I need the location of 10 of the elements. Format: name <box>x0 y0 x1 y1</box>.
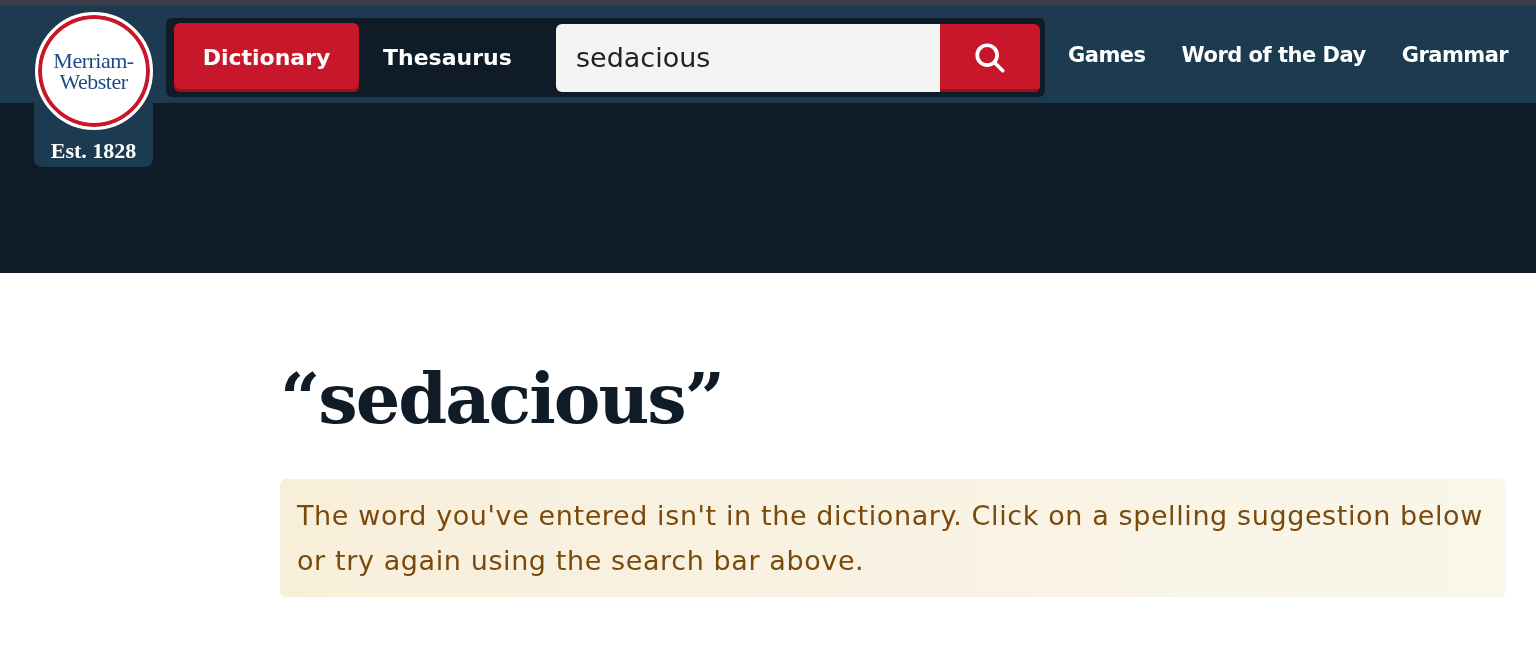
search-icon <box>973 40 1007 75</box>
search-button[interactable] <box>940 23 1040 92</box>
nav-link[interactable]: Word of the Day <box>1181 43 1366 67</box>
search-field[interactable]: sedacious <box>556 23 940 92</box>
not-found-notice: The word you've entered isn't in the dictionary. Click on a spelling suggestion below or try again using the search bar above. <box>280 479 1506 597</box>
nav-link[interactable]: Games <box>1068 43 1146 67</box>
nav-link[interactable]: Grammar <box>1401 43 1509 67</box>
search-tab[interactable]: Dictionary <box>174 23 359 92</box>
search-tab[interactable]: Thesaurus <box>359 23 534 92</box>
search-term-heading: “sedacious” <box>280 356 724 442</box>
